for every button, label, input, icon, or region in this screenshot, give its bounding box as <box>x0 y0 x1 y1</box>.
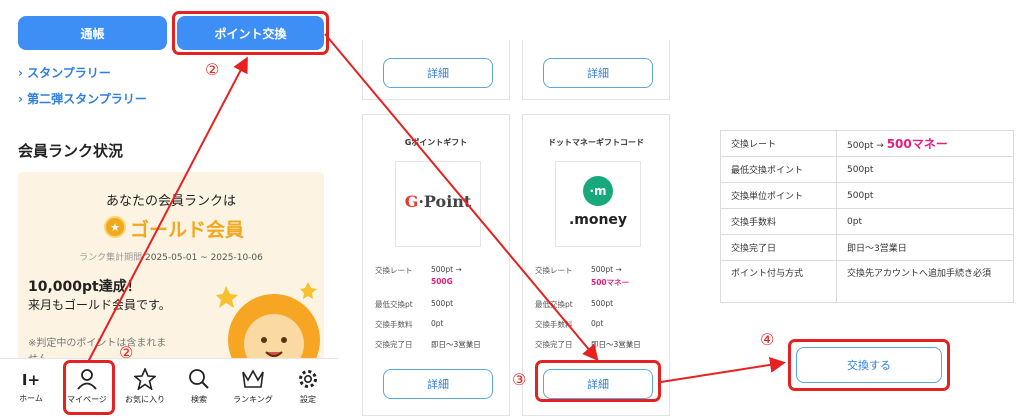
arrow-mypage-to-exchange <box>87 56 248 363</box>
arrow-exchange-to-detail <box>324 33 599 362</box>
annotation-arrows <box>87 33 786 383</box>
arrow-detail-to-do-exchange <box>660 356 786 383</box>
